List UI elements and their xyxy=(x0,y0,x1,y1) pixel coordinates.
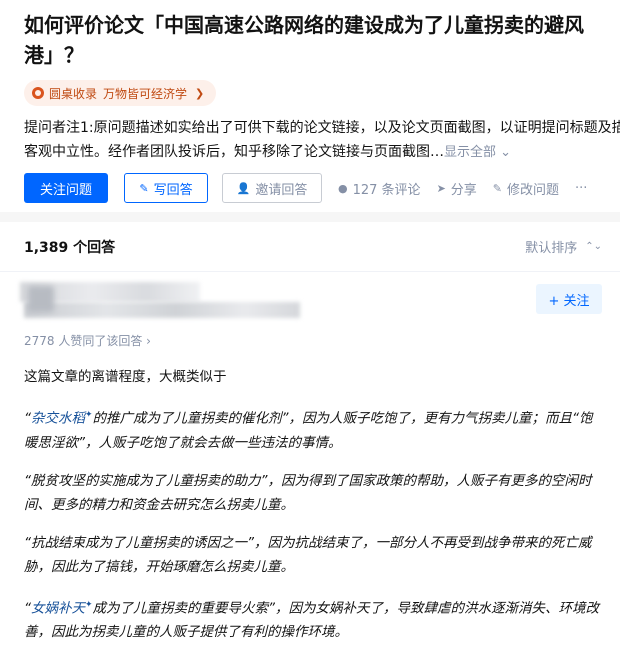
roundtable-subject: 万物皆可经济学 xyxy=(103,86,188,101)
roundtable-tag[interactable]: 圆桌收录 万物皆可经济学 ❯ xyxy=(24,80,217,106)
description-line-2: 客观中立性。经作者团队投诉后，知乎移除了论文链接与页面截图…显示全部 ⌄ xyxy=(24,140,620,165)
hybrid-rice-link[interactable]: 杂交水稻 xyxy=(31,411,85,427)
sparkle-icon: ✦ xyxy=(85,599,93,610)
share-button[interactable]: ➤ 分享 xyxy=(437,179,477,198)
roundtable-icon xyxy=(32,87,44,99)
paper-plane-icon: ➤ xyxy=(436,181,446,195)
invite-answer-button[interactable]: 👤 邀请回答 xyxy=(222,173,322,203)
question-card: 如何评价论文「中国高速公路网络的建设成为了儿童拐卖的避风港」？ 圆桌收录 万物皆… xyxy=(0,0,620,212)
write-answer-label: 写回答 xyxy=(153,182,193,198)
answer-content: 这篇文章的离谱程度，大概类似于 “杂交水稻✦的推广成为了儿童拐卖的催化剂”，因为… xyxy=(0,365,620,644)
more-options-button[interactable]: ··· xyxy=(575,181,587,196)
blurred-author-bio xyxy=(24,302,300,318)
answers-card: 1,389 个回答 默认排序 ⌃⌄ + 关注 2778 人赞同了该回答 › 这篇文… xyxy=(0,222,620,646)
answer-paragraph: “脱贫攻坚的实施成为了儿童拐卖的助力”，因为得到了国家政策的帮助，人贩子有更多的… xyxy=(24,472,592,513)
answer-count: 1,389 个回答 xyxy=(24,239,116,256)
question-actions: 关注问题 ✎ 写回答 👤 邀请回答 ● 127 条评论 ➤ 分享 ✎ 修改问题 ··· xyxy=(24,173,620,203)
quote-open: “ xyxy=(24,600,31,616)
show-all-link[interactable]: 显示全部 ⌄ xyxy=(444,145,511,160)
pen-icon: ✎ xyxy=(492,181,503,195)
description-line-1: 提问者注1:原问题描述如实给出了可供下载的论文链接，以及论文页面截图，以证明提问… xyxy=(24,120,620,136)
invite-answer-label: 邀请回答 xyxy=(255,182,308,198)
question-description: 提问者注1:原问题描述如实给出了可供下载的论文链接，以及论文页面截图，以证明提问… xyxy=(24,116,620,165)
paragraph-text: 的推广成为了儿童拐卖的催化剂”，因为人贩子吃饱了，更有力气拐卖儿童；而且“饱暖思… xyxy=(24,410,593,451)
avatar[interactable] xyxy=(28,286,54,312)
chevron-right-icon: ❯ xyxy=(195,86,205,100)
share-label: 分享 xyxy=(450,182,477,198)
answer-intro: 这篇文章的离谱程度，大概类似于 xyxy=(24,369,227,385)
edit-question-button[interactable]: ✎ 修改问题 xyxy=(493,179,559,198)
answers-header: 1,389 个回答 默认排序 ⌃⌄ xyxy=(0,222,620,272)
answer-paragraph: “抗战结束成为了儿童拐卖的诱因之一”，因为抗战结束了，一部分人不再受到战争带来的… xyxy=(24,534,592,575)
pen-icon: ✎ xyxy=(139,181,149,195)
description-text: 客观中立性。经作者团队投诉后，知乎移除了论文链接与页面截图… xyxy=(24,144,444,160)
roundtable-name: 圆桌收录 xyxy=(49,86,98,101)
person-plus-icon: 👤 xyxy=(236,181,251,195)
quote-open: “ xyxy=(24,410,31,427)
paragraph-text: 成为了儿童拐卖的重要导火索”，因为女娲补天了，导致肆虐的洪水逐渐消失、环境改善，… xyxy=(24,600,600,640)
answer-author: + 关注 xyxy=(0,272,620,324)
vote-count[interactable]: 2778 人赞同了该回答 › xyxy=(0,332,620,349)
question-title: 如何评价论文「中国高速公路网络的建设成为了儿童拐卖的避风港」？ xyxy=(24,13,584,67)
nuwa-link[interactable]: 女娲补天 xyxy=(31,600,85,616)
comments-button[interactable]: ● 127 条评论 xyxy=(338,179,421,198)
answer-paragraph: “杂交水稻✦的推广成为了儿童拐卖的催化剂”，因为人贩子吃饱了，更有力气拐卖儿童；… xyxy=(24,403,600,455)
show-all-label: 显示全部 xyxy=(444,145,497,160)
sparkle-icon: ✦ xyxy=(85,410,93,420)
follow-question-button[interactable]: 关注问题 xyxy=(24,173,108,203)
follow-author-button[interactable]: + 关注 xyxy=(536,284,602,314)
comments-label: 127 条评论 xyxy=(352,182,421,198)
sort-dropdown[interactable]: 默认排序 ⌃⌄ xyxy=(525,237,602,256)
edit-question-label: 修改问题 xyxy=(507,182,560,198)
sort-label: 默认排序 xyxy=(525,241,578,256)
comment-icon: ● xyxy=(338,181,348,195)
sort-chevron-icon: ⌃⌄ xyxy=(585,241,602,252)
chevron-down-icon: ⌄ xyxy=(500,145,512,160)
write-answer-button[interactable]: ✎ 写回答 xyxy=(124,173,208,203)
answer-paragraph: “女娲补天✦成为了儿童拐卖的重要导火索”，因为女娲补天了，导致肆虐的洪水逐渐消失… xyxy=(24,593,600,645)
